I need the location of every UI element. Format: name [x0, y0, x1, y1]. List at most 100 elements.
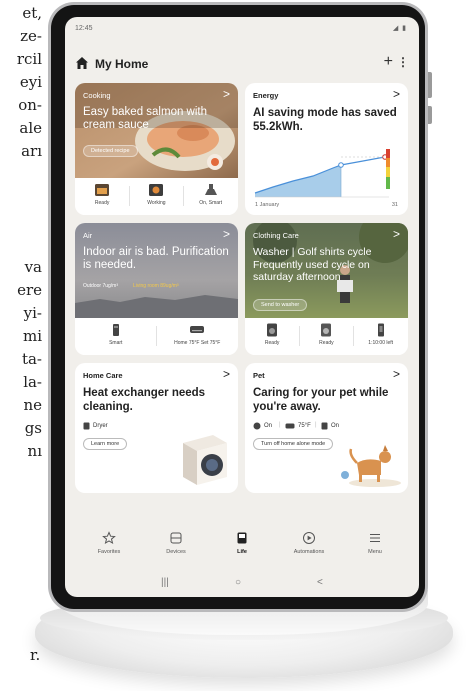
device-status: Ready — [319, 340, 334, 346]
nav-label: Devices — [166, 549, 186, 555]
nav-label: Menu — [368, 549, 382, 555]
card-main-text: Easy baked salmon with cream sauce — [83, 106, 208, 131]
device-purifier[interactable]: Smart — [75, 318, 157, 355]
learn-more-button[interactable]: Learn more — [83, 438, 128, 450]
send-to-washer-button[interactable]: Send to washer — [253, 299, 308, 311]
text-line: eyi — [19, 73, 42, 91]
device-washer[interactable]: Ready — [245, 318, 299, 355]
dryer-small-icon — [83, 422, 90, 430]
home-title[interactable]: My Home — [95, 57, 148, 71]
text-line: va — [24, 258, 42, 276]
app-header: My Home + ⋮ — [65, 53, 419, 75]
nav-devices[interactable]: Devices — [154, 531, 198, 555]
device-name: Dryer — [93, 423, 108, 429]
add-button[interactable]: + — [384, 53, 393, 71]
home-care-card[interactable]: Home Care > Heat exchanger needs cleanin… — [75, 363, 238, 493]
dryer-icon — [321, 323, 332, 337]
card-title: Air — [83, 231, 93, 240]
nav-label: Favorites — [97, 549, 121, 555]
text-line: mi — [22, 327, 42, 345]
card-title: Clothing Care — [253, 231, 299, 240]
nav-automations[interactable]: Automations — [287, 531, 331, 555]
system-navigation: ||| ○ < — [65, 575, 419, 593]
card-title: Pet — [253, 371, 265, 380]
device-row: Ready Ready 1:10:00 left — [245, 318, 408, 355]
device-status: Home 75°F Set 75°F — [174, 340, 221, 346]
back-button[interactable]: < — [317, 577, 323, 588]
device-status: On, Smart — [199, 200, 223, 206]
card-title: Home Care — [83, 371, 123, 380]
nav-life[interactable]: Life — [220, 531, 264, 555]
home-button[interactable]: ○ — [235, 577, 241, 588]
app-screen: 12:45 ◢ ▮ My Home + ⋮ Cooking > Easy bak… — [65, 17, 419, 597]
chevron-right-icon[interactable]: > — [223, 367, 230, 381]
status-icons: ◢ ▮ — [392, 25, 407, 32]
device-air-conditioner[interactable]: Home 75°F Set 75°F — [157, 318, 239, 355]
device-hood[interactable]: On, Smart — [184, 178, 238, 215]
left-article-text-middle: va ere yi- mi ta- la- ne gs nı — [2, 256, 42, 463]
air-card[interactable]: Air > Indoor air is bad. Purification is… — [75, 223, 238, 355]
text-line: ere — [17, 281, 42, 299]
pet-card[interactable]: Pet > Caring for your pet while you're a… — [245, 363, 408, 493]
recent-apps-button[interactable]: ||| — [161, 577, 169, 588]
text-line: la- — [23, 373, 42, 391]
life-icon — [237, 532, 247, 544]
cooking-card[interactable]: Cooking > Easy baked salmon with cream s… — [75, 83, 238, 215]
chevron-right-icon[interactable]: > — [393, 367, 400, 381]
text-line: on- — [18, 96, 42, 114]
device-styler[interactable]: 1:10:00 left — [354, 318, 408, 355]
nav-favorites[interactable]: Favorites — [87, 531, 131, 555]
nav-label: Life — [237, 549, 247, 555]
detected-recipe-button[interactable]: Detected recipe — [83, 145, 138, 157]
energy-date-start: 1 January — [255, 202, 280, 208]
turn-off-home-alone-button[interactable]: Turn off home alone mode — [253, 438, 334, 450]
chevron-right-icon[interactable]: > — [223, 87, 230, 101]
energy-card[interactable]: Energy > AI saving mode has saved 55.2kW… — [245, 83, 408, 215]
chevron-right-icon[interactable]: > — [223, 227, 230, 241]
light-icon — [321, 422, 328, 430]
dog-illustration — [341, 445, 401, 487]
text-line: nı — [27, 442, 42, 460]
chevron-right-icon[interactable]: > — [393, 227, 400, 241]
volume-button — [428, 72, 432, 98]
purifier-icon — [112, 324, 119, 336]
tablet-bezel: 12:45 ◢ ▮ My Home + ⋮ Cooking > Easy bak… — [51, 5, 425, 609]
card-main-text: Indoor air is bad. Purification is neede… — [83, 246, 229, 271]
card-main-text: Caring for your pet while you're away. — [253, 387, 389, 413]
living-room-air-reading: Living room 89ug/m³ — [133, 283, 179, 289]
text-line: ne — [23, 396, 42, 414]
tablet-device: 12:45 ◢ ▮ My Home + ⋮ Cooking > Easy bak… — [48, 2, 432, 612]
oven-icon — [95, 184, 110, 196]
device-oven[interactable]: Ready — [75, 178, 129, 215]
device-cooktop[interactable]: Working — [129, 178, 183, 215]
clothing-care-card[interactable]: Clothing Care > Washer | Golf shirts cyc… — [245, 223, 408, 355]
device-row: Ready Working On, Smart — [75, 178, 238, 215]
text-line: ze- — [20, 27, 42, 45]
card-main-text: Heat exchanger needs cleaning. — [83, 387, 206, 413]
text-line: et, — [22, 4, 42, 22]
text-line: gs — [24, 419, 42, 437]
device-row: Smart Home 75°F Set 75°F — [75, 318, 238, 355]
status-value: On — [264, 423, 273, 429]
more-options-button[interactable]: ⋮ — [397, 55, 409, 69]
star-icon — [102, 531, 116, 545]
device-dryer[interactable]: Ready — [299, 318, 353, 355]
text-line: ale — [19, 119, 42, 137]
devices-icon — [170, 532, 182, 544]
automations-icon — [303, 532, 315, 544]
nav-menu[interactable]: Menu — [353, 531, 397, 555]
status-value: On — [331, 423, 340, 429]
status-separator: | — [315, 422, 317, 428]
text-line: arı — [21, 142, 42, 160]
chevron-right-icon[interactable]: > — [393, 87, 400, 101]
power-button — [428, 106, 432, 124]
text-line: ta- — [21, 350, 42, 368]
hood-icon — [204, 184, 217, 195]
device-status: Ready — [264, 340, 280, 346]
device-status: 1:10:00 left — [368, 340, 394, 346]
dryer-appliance-illustration — [183, 435, 227, 485]
air-conditioner-icon — [285, 423, 295, 429]
status-value: 75°F — [298, 423, 311, 429]
menu-icon — [370, 534, 380, 542]
status-bar: 12:45 ◢ ▮ — [65, 17, 419, 39]
